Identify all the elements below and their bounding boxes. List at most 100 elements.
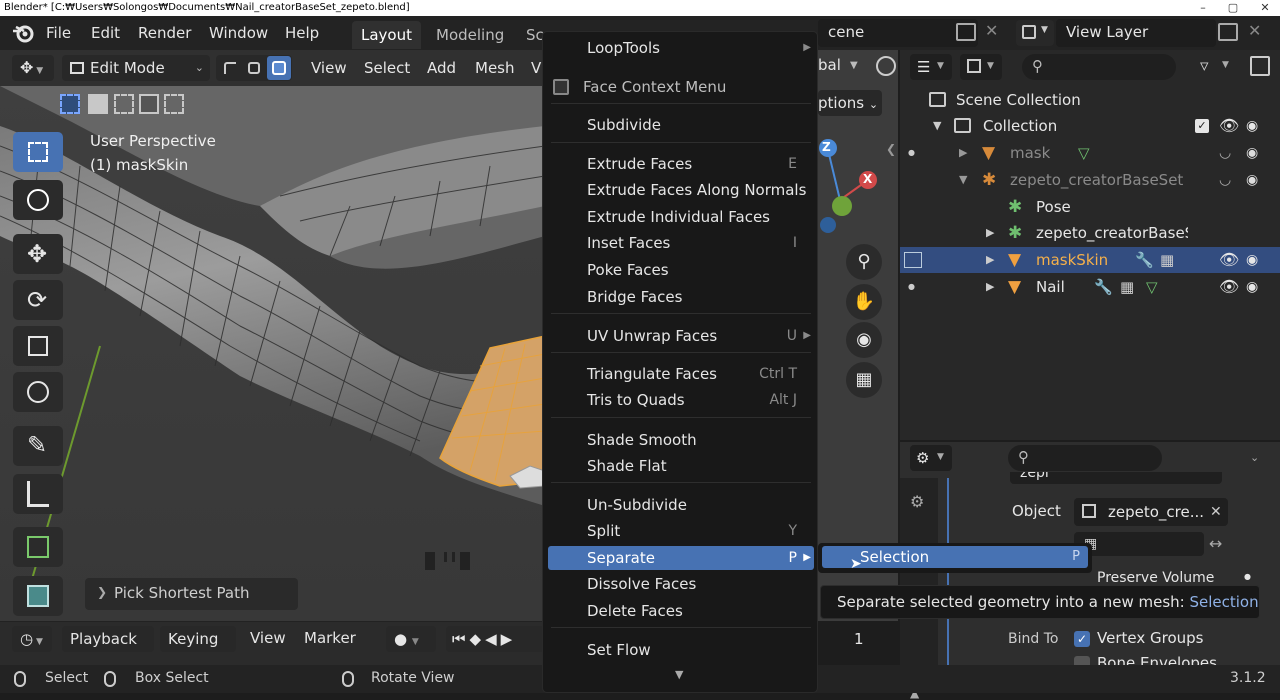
properties-search-input[interactable]: ⚲	[1008, 445, 1162, 471]
object-field[interactable]: zepeto_cre... ✕	[1074, 498, 1228, 526]
menu-item-delete-faces[interactable]: Delete Faces	[543, 598, 819, 624]
minimize-icon[interactable]: –	[1188, 0, 1218, 16]
edge-select-icon[interactable]	[244, 59, 264, 77]
clear-icon[interactable]: ✕	[1210, 498, 1222, 526]
render-camera-icon[interactable]: ◉	[1246, 140, 1258, 166]
menu-item-uv-unwrap[interactable]: UV Unwrap Faces U ▶	[543, 323, 819, 349]
menu-item-shade-flat[interactable]: Shade Flat	[543, 453, 819, 479]
viewport-menu-select[interactable]: Select	[364, 50, 410, 86]
tool-settings-icon[interactable]: ⚙	[910, 492, 924, 511]
viewport-menu-mesh[interactable]: Mesh	[475, 50, 515, 86]
transform-orientation-label[interactable]: bal	[818, 56, 841, 74]
jump-start-icon[interactable]: ⏮	[452, 630, 470, 648]
outliner-row-armature-data[interactable]: ▶ ✱ zepeto_creatorBaseSe	[900, 220, 1280, 246]
menu-render[interactable]: Render	[138, 16, 191, 50]
rotate-tool[interactable]: ⟳	[13, 280, 63, 320]
animate-dot-icon[interactable]: ●	[1244, 572, 1251, 581]
maximize-icon[interactable]: ▢	[1218, 0, 1248, 16]
camera-icon[interactable]: ◉	[846, 322, 882, 358]
tab-layout[interactable]: Layout	[352, 21, 421, 49]
outliner-row-pose[interactable]: ✱ Pose	[900, 194, 1280, 220]
face-select-icon[interactable]	[267, 56, 291, 80]
remove-scene-icon[interactable]: ✕	[985, 21, 998, 40]
outliner-row-mask[interactable]: ● ▶ ▼ mask ▽ ◡ ◉	[900, 140, 1280, 166]
timeline-menu-view[interactable]: View	[250, 620, 286, 656]
bone-envelopes-checkbox[interactable]	[1074, 656, 1090, 665]
grid-view-icon[interactable]: ▦	[846, 362, 882, 398]
select-new-icon[interactable]	[60, 94, 80, 114]
render-camera-icon[interactable]: ◉	[1246, 274, 1258, 300]
view-layer-field[interactable]: View Layer	[1056, 19, 1216, 47]
menu-item-inset-faces[interactable]: Inset Faces I	[543, 230, 819, 256]
select-subtract-icon[interactable]	[114, 94, 134, 114]
outliner-row-collection[interactable]: ▼ Collection ✓ 👁 ◉	[900, 113, 1280, 139]
viewport-menu-add[interactable]: Add	[427, 50, 456, 86]
menu-item-un-subdivide[interactable]: Un-Subdivide	[543, 492, 819, 518]
checkbox-checked-icon[interactable]: ✓	[1195, 119, 1209, 133]
scale-tool[interactable]	[13, 326, 63, 366]
outliner-editor-type[interactable]: ☰ ▼	[910, 54, 952, 80]
render-camera-icon[interactable]: ◉	[1246, 167, 1258, 193]
expand-right-icon[interactable]: ▶	[986, 247, 994, 273]
outliner-row-nail[interactable]: ● ▶ ▼ Nail 🔧 ▦ ▽ 👁 ◉	[900, 274, 1280, 300]
add-cube-tool[interactable]	[13, 527, 63, 567]
extrude-tool[interactable]	[13, 576, 63, 616]
render-camera-icon[interactable]: ◉	[1246, 247, 1258, 273]
properties-editor-type[interactable]: ⚙ ▼	[910, 445, 952, 471]
menu-item-bridge-faces[interactable]: Bridge Faces	[543, 284, 819, 310]
expand-down-icon[interactable]: ▼	[933, 113, 941, 139]
expand-down-icon[interactable]: ▼	[959, 167, 967, 193]
visibility-eye-icon[interactable]: 👁	[1219, 247, 1239, 273]
editor-type-button[interactable]: ✥ ▼	[12, 55, 54, 81]
play-icon[interactable]: ▶	[501, 630, 517, 648]
modifier-name-field[interactable]: zepi	[1010, 472, 1222, 484]
expand-right-icon[interactable]: ▶	[986, 274, 994, 300]
pan-hand-icon[interactable]: ✋	[846, 284, 882, 320]
view-layer-type-button[interactable]: ▼	[1016, 20, 1054, 46]
outliner-row-maskskin[interactable]: ▶ ▼ maskSkin 🔧 ▦ 👁 ◉	[900, 247, 1280, 273]
vertex-group-field[interactable]: ▦	[1074, 532, 1204, 556]
zoom-icon[interactable]: ⚲	[846, 244, 882, 280]
snap-icon[interactable]	[876, 56, 896, 76]
menu-item-extrude-along-normals[interactable]: Extrude Faces Along Normals	[543, 177, 819, 203]
visibility-eye-icon[interactable]: 👁	[1219, 113, 1239, 139]
tab-modeling[interactable]: Modeling	[427, 21, 513, 49]
annotate-tool[interactable]: ✎	[13, 426, 63, 466]
move-tool[interactable]: ✥	[13, 234, 63, 274]
vertex-groups-checkbox[interactable]: ✓	[1074, 631, 1090, 647]
measure-tool[interactable]	[13, 474, 63, 514]
remove-view-layer-icon[interactable]: ✕	[1248, 21, 1261, 40]
playback-menu[interactable]: Playback ⌄	[62, 626, 154, 673]
keyframe-prev-icon[interactable]: ◆	[470, 630, 486, 648]
display-mode-button[interactable]: ▼	[960, 54, 1002, 80]
cursor-tool[interactable]	[13, 180, 63, 220]
mode-dropdown[interactable]: Edit Mode ⌄	[62, 55, 210, 81]
chevron-left-icon[interactable]: ❮	[886, 142, 896, 156]
3d-viewport[interactable]: User Perspective (1) maskSkin ✥ ⟳ ✎ ❯ Pi…	[0, 86, 545, 621]
blender-logo-icon[interactable]	[12, 23, 34, 43]
play-reverse-icon[interactable]: ◀	[485, 630, 501, 648]
outliner-row-armature[interactable]: ▼ ✱ zepeto_creatorBaseSet ◡ ◉	[900, 167, 1280, 193]
menu-item-triangulate[interactable]: Triangulate Faces Ctrl T	[543, 361, 819, 387]
menu-item-shade-smooth[interactable]: Shade Smooth	[543, 427, 819, 453]
menu-item-separate[interactable]: Separate P ▶	[548, 546, 814, 570]
menu-file[interactable]: File	[46, 16, 71, 50]
select-extend-icon[interactable]	[88, 94, 108, 114]
last-operator-panel[interactable]: ❯ Pick Shortest Path	[85, 578, 298, 610]
menu-item-extrude-faces[interactable]: Extrude Faces E	[543, 151, 819, 177]
close-window-icon[interactable]: ✕	[1250, 0, 1280, 16]
render-camera-icon[interactable]: ◉	[1246, 113, 1258, 139]
new-scene-icon[interactable]	[956, 23, 976, 41]
menu-help[interactable]: Help	[285, 16, 319, 50]
edit-mode-indicator-icon[interactable]	[904, 252, 922, 268]
select-intersect-icon[interactable]	[164, 94, 184, 114]
vertex-select-icon[interactable]	[220, 59, 240, 77]
record-button[interactable]: ● ▼	[386, 626, 436, 652]
menu-item-looptools[interactable]: LoopTools ▶	[543, 35, 819, 61]
filter-icon[interactable]: ▿	[1200, 56, 1209, 76]
menu-window[interactable]: Window	[209, 16, 268, 50]
menu-item-poke-faces[interactable]: Poke Faces	[543, 257, 819, 283]
keying-menu[interactable]: Keying ⌄	[160, 626, 236, 673]
timeline-editor-type[interactable]: ◷ ▼	[12, 626, 52, 652]
menu-item-tris-to-quads[interactable]: Tris to Quads Alt J	[543, 387, 819, 413]
